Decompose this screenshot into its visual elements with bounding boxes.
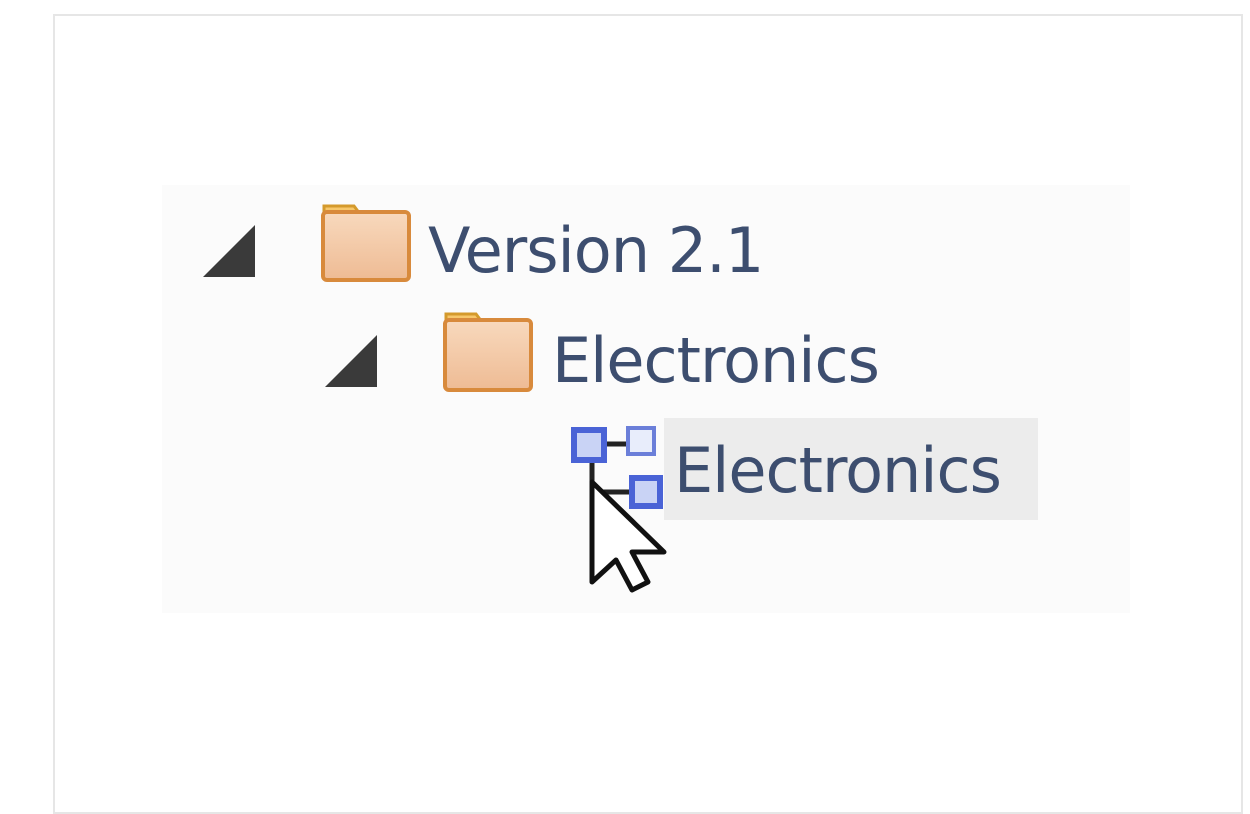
tree-node-label: Electronics: [552, 324, 880, 397]
arrow-cursor-icon: [589, 479, 667, 593]
expand-triangle-icon[interactable]: [325, 335, 377, 387]
expand-triangle-icon[interactable]: [203, 225, 255, 277]
tree-node-label: Electronics: [674, 434, 1002, 507]
folder-icon: [321, 204, 411, 282]
folder-icon: [443, 312, 533, 392]
tree-node-label: Version 2.1: [428, 214, 764, 287]
